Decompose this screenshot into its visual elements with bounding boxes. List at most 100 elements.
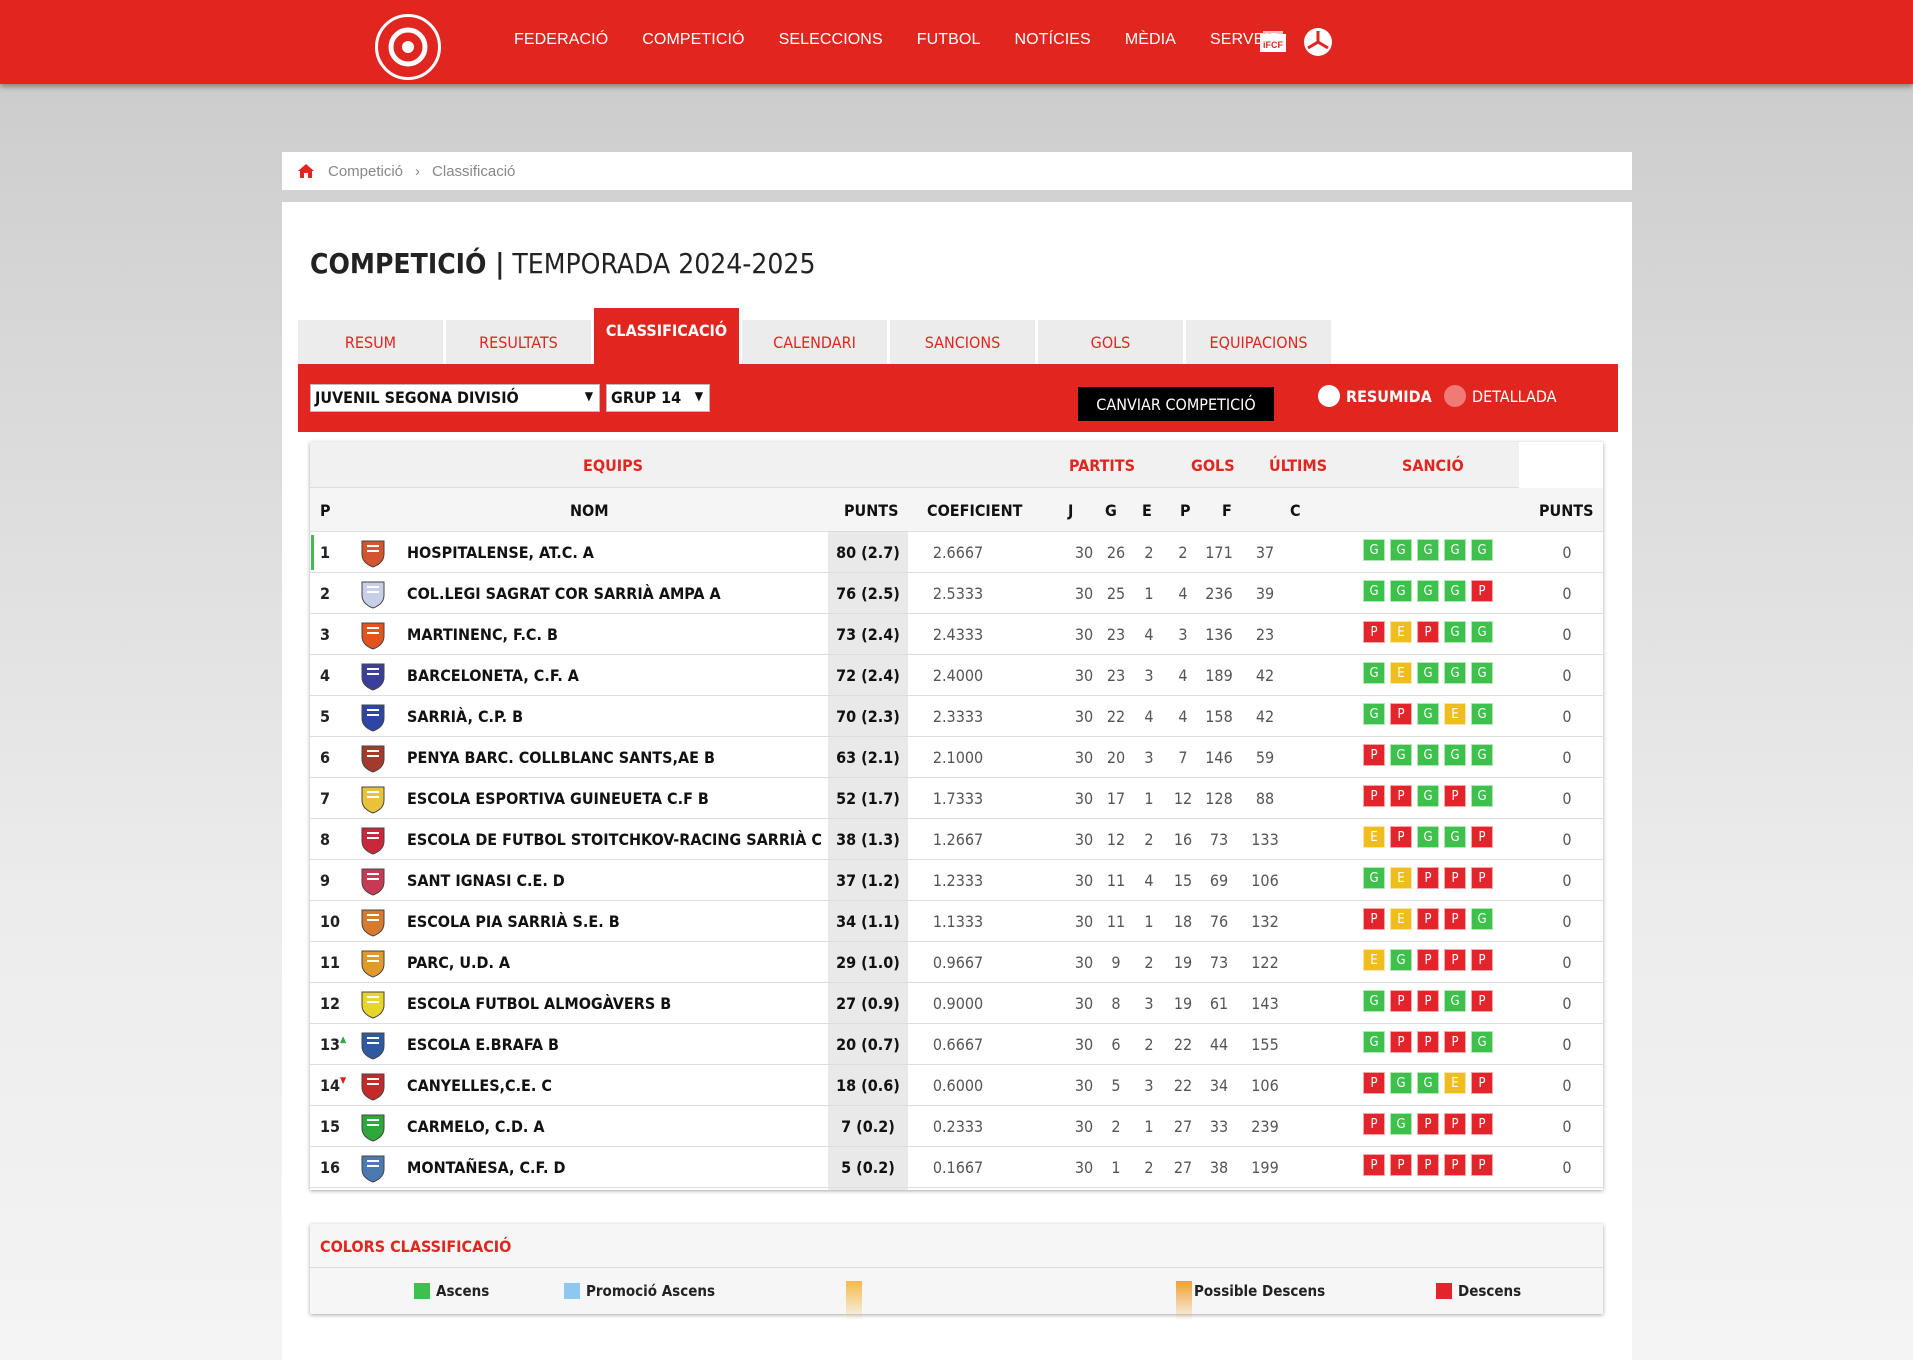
table-row[interactable]: 2 COL.LEGI SAGRAT COR SARRIÀ AMPA A 76 (2.… — [310, 573, 1603, 614]
team-name[interactable]: ESCOLA E.BRAFA B — [407, 1035, 559, 1054]
table-row[interactable]: 4 BARCELONETA, C.F. A 72 (2.4) 2.4000 30 23 3 4… — [310, 655, 1603, 696]
group-select[interactable]: GRUP 14 ▼ — [606, 384, 710, 412]
team-name[interactable]: PARC, U.D. A — [407, 953, 510, 972]
team-crest-icon — [361, 663, 385, 691]
team-name[interactable]: PENYA BARC. COLLBLANC SANTS,AE B — [407, 748, 715, 767]
last-results: GEGGG — [1363, 662, 1498, 684]
table-row[interactable]: 13▲ ESCOLA E.BRAFA B 20 (0.7) 0.6667 30 6 2 22 4… — [310, 1024, 1603, 1065]
table-row[interactable]: 9 SANT IGNASI C.E. D 37 (1.2) 1.2333 30 11 4 15… — [310, 860, 1603, 901]
last-results: PEPPG — [1363, 908, 1498, 930]
last-results: PPGPG — [1363, 785, 1498, 807]
table-row[interactable]: 14▼ CANYELLES,C.E. C 18 (0.6) 0.6000 30 5 3 22 3… — [310, 1065, 1603, 1106]
col-coef[interactable]: COEFICIENT — [927, 501, 1022, 520]
result-badge: G — [1444, 662, 1466, 684]
team-name[interactable]: BARCELONETA, C.F. A — [407, 666, 579, 685]
tab-3[interactable]: CALENDARI — [742, 320, 887, 364]
table-row[interactable]: 3 MARTINENC, F.C. B 73 (2.4) 2.4333 30 23 4 3 13… — [310, 614, 1603, 655]
competition-select[interactable]: JUVENIL SEGONA DIVISIÓ ▼ — [310, 384, 600, 412]
nav-item-2[interactable]: SELECCIONS — [779, 31, 883, 49]
result-badge: G — [1417, 703, 1439, 725]
result-badge: P — [1471, 1154, 1493, 1176]
team-name[interactable]: ESCOLA PIA SARRIÀ S.E. B — [407, 912, 620, 931]
table-row[interactable]: 7 ESCOLA ESPORTIVA GUINEUETA C.F B 52 (1.7… — [310, 778, 1603, 819]
team-name[interactable]: ESCOLA ESPORTIVA GUINEUETA C.F B — [407, 789, 709, 808]
col-g[interactable]: G — [1105, 501, 1117, 520]
row-position: 16 — [320, 1158, 341, 1177]
col-pos[interactable]: P — [320, 501, 331, 520]
stat-j: 30 — [1074, 707, 1094, 726]
team-name[interactable]: CANYELLES,C.E. C — [407, 1076, 552, 1095]
tab-2[interactable]: CLASSIFICACIÓ — [594, 308, 739, 364]
last-results: GPPPG — [1363, 1031, 1498, 1053]
col-e[interactable]: E — [1142, 501, 1152, 520]
stat-e: 3 — [1144, 994, 1154, 1013]
page-title: COMPETICIÓ | TEMPORADA 2024-2025 — [310, 247, 816, 280]
col-j[interactable]: J — [1068, 501, 1073, 520]
col-p[interactable]: P — [1180, 501, 1191, 520]
col-c[interactable]: C — [1290, 501, 1301, 520]
nav-item-0[interactable]: FEDERACIÓ — [514, 31, 608, 49]
col-sanction-points[interactable]: PUNTS — [1539, 501, 1593, 520]
colors-legend: COLORS CLASSIFICACIÓ Ascens Promoció Asc… — [310, 1224, 1603, 1321]
table-row[interactable]: 16 MONTAÑESA, C.F. D 5 (0.2) 0.1667 30 1 2 27 38… — [310, 1147, 1603, 1188]
team-name[interactable]: MONTAÑESA, C.F. D — [407, 1158, 565, 1177]
tab-6[interactable]: EQUIPACIONS — [1186, 320, 1331, 364]
tab-5[interactable]: GOLS — [1038, 320, 1183, 364]
table-row[interactable]: 12 ESCOLA FUTBOL ALMOGÀVERS B 27 (0.9) 0.90… — [310, 983, 1603, 1024]
table-row[interactable]: 6 PENYA BARC. COLLBLANC SANTS,AE B 63 (2.1… — [310, 737, 1603, 778]
team-crest-icon — [361, 622, 385, 650]
view-detailed-radio[interactable]: DETALLADA — [1444, 385, 1556, 407]
team-name[interactable]: ESCOLA FUTBOL ALMOGÀVERS B — [407, 994, 671, 1013]
stat-f: 73 — [1209, 830, 1229, 849]
football-icon[interactable] — [1303, 27, 1333, 57]
table-group-header: EQUIPS PARTITS GOLS ÚLTIMS SANCIÓ — [310, 442, 1603, 488]
table-row[interactable]: 15 CARMELO, C.D. A7 (0.2) 0.2333 30 2 1 27 33 23… — [310, 1106, 1603, 1147]
stat-g: 26 — [1106, 543, 1126, 562]
team-name[interactable]: COL.LEGI SAGRAT COR SARRIÀ AMPA A — [407, 584, 721, 603]
stat-g: 11 — [1106, 912, 1126, 931]
team-coefficient: 2.4333 — [932, 625, 984, 644]
breadcrumb-competition[interactable]: Competició — [328, 163, 403, 180]
team-coefficient: 0.6000 — [932, 1076, 984, 1095]
table-row[interactable]: 8 ESCOLA DE FUTBOL STOITCHKOV-RACING SARR… — [310, 819, 1603, 860]
fcf-logo[interactable] — [375, 14, 441, 80]
ascens-marker — [311, 535, 314, 570]
col-f[interactable]: F — [1222, 501, 1232, 520]
nav-item-4[interactable]: NOTÍCIES — [1014, 31, 1090, 49]
col-points[interactable]: PUNTS — [844, 501, 898, 520]
team-name[interactable]: HOSPITALENSE, AT.C. A — [407, 543, 594, 562]
team-crest-icon — [361, 1073, 385, 1101]
change-competition-button[interactable]: CANVIAR COMPETICIÓ — [1078, 387, 1274, 421]
ifcf-icon[interactable]: iFCF — [1259, 31, 1287, 53]
trend-down-icon: ▼ — [340, 1076, 347, 1086]
stat-j: 30 — [1074, 953, 1094, 972]
tab-0[interactable]: RESUM — [298, 320, 443, 364]
legend-title: COLORS CLASSIFICACIÓ — [310, 1224, 1603, 1268]
result-badge: P — [1363, 1113, 1385, 1135]
stat-g: 1 — [1111, 1158, 1121, 1177]
team-crest-icon — [361, 950, 385, 978]
table-row[interactable]: 10 ESCOLA PIA SARRIÀ S.E. B 34 (1.1) 1.1333… — [310, 901, 1603, 942]
team-name[interactable]: MARTINENC, F.C. B — [407, 625, 558, 644]
nav-item-1[interactable]: COMPETICIÓ — [642, 31, 744, 49]
tab-1[interactable]: RESULTATS — [446, 320, 591, 364]
tab-4[interactable]: SANCIONS — [890, 320, 1035, 364]
nav-item-5[interactable]: MÈDIA — [1125, 31, 1176, 49]
nav-item-3[interactable]: FUTBOL — [917, 31, 981, 49]
team-name[interactable]: ESCOLA DE FUTBOL STOITCHKOV-RACING SARRI… — [407, 830, 822, 849]
result-badge: P — [1390, 826, 1412, 848]
table-row[interactable]: 5 SARRIÀ, C.P. B 70 (2.3) 2.3333 30 22 4 4 158 42… — [310, 696, 1603, 737]
trend-up-icon: ▲ — [340, 1035, 347, 1045]
table-row[interactable]: 11 PARC, U.D. A 29 (1.0) 0.9667 30 9 2 19 73 122 E… — [310, 942, 1603, 983]
col-name[interactable]: NOM — [570, 501, 609, 520]
team-name[interactable]: SARRIÀ, C.P. B — [407, 707, 523, 726]
view-summary-radio[interactable]: RESUMIDA — [1318, 385, 1432, 407]
team-name[interactable]: SANT IGNASI C.E. D — [407, 871, 565, 890]
table-row[interactable]: 1 HOSPITALENSE, AT.C. A 80 (2.7) 2.6667 30 26… — [310, 532, 1603, 573]
stat-e: 1 — [1144, 789, 1154, 808]
row-position: 8 — [320, 830, 331, 849]
team-crest-icon — [361, 704, 385, 732]
home-icon[interactable] — [298, 164, 314, 178]
team-name[interactable]: CARMELO, C.D. A — [407, 1117, 545, 1136]
result-badge: P — [1390, 703, 1412, 725]
